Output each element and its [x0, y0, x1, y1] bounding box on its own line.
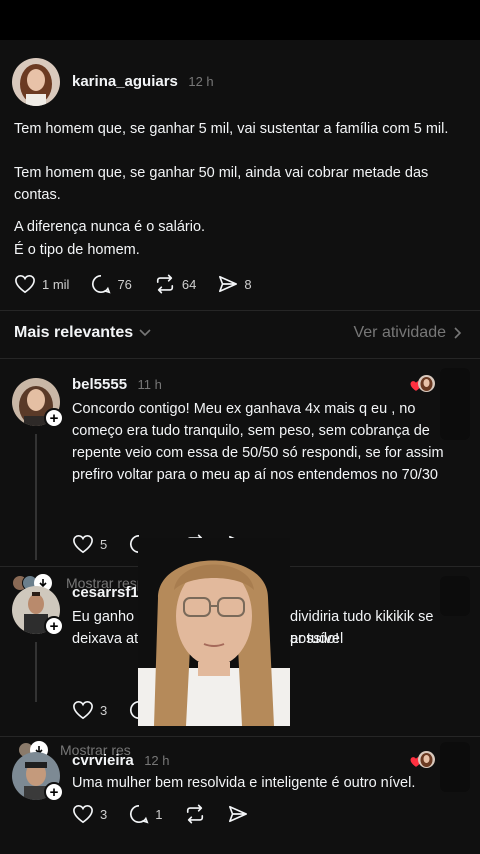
follow-plus-icon[interactable]: + [44, 782, 64, 802]
post-actions: 1 mil 76 64 8 [14, 274, 274, 294]
sort-dropdown[interactable]: Mais relevantes [14, 324, 151, 342]
like-count: 3 [100, 806, 108, 822]
send-icon [229, 805, 248, 823]
comment-icon [130, 805, 149, 824]
thread-line [35, 642, 37, 702]
chevron-right-icon [454, 327, 462, 339]
share-button[interactable]: 8 [218, 274, 252, 294]
repost-count: 64 [181, 276, 197, 292]
thread-line [35, 434, 37, 560]
comment-header: cvrvieira 12 h [72, 752, 170, 770]
reply-button[interactable]: 1 [129, 804, 162, 824]
sort-row: Mais relevantes Ver atividade [0, 318, 480, 354]
follow-plus-icon[interactable]: + [44, 616, 64, 636]
repost-button[interactable] [184, 804, 206, 824]
comment-username[interactable]: bel5555 [72, 376, 127, 393]
comment-text: Concordo contigo! Meu ex ganhava 4x mais… [72, 401, 444, 483]
video-overlay [138, 538, 290, 726]
heart-icon [73, 700, 93, 720]
share-button[interactable] [228, 804, 248, 824]
like-button[interactable]: 3 [72, 700, 107, 720]
thread-screen: karina_aguiars 12 h Tem homem que, se ga… [0, 40, 480, 854]
status-bar [0, 0, 480, 40]
view-activity-link[interactable]: Ver atividade [353, 324, 462, 342]
like-button[interactable]: 1 mil [14, 274, 69, 294]
person-video-frame [138, 538, 290, 726]
post-header: karina_aguiars 12 h [72, 73, 214, 91]
chevron-down-icon [139, 329, 151, 337]
comment-button[interactable]: 76 [91, 274, 132, 294]
comment-username[interactable]: cesarrsf14 [72, 584, 147, 601]
heart-icon [15, 274, 35, 294]
view-activity-label: Ver atividade [353, 324, 446, 341]
reply-count: 1 [155, 806, 163, 822]
avatar[interactable] [12, 58, 60, 106]
comment-item: + cvrvieira 12 h Uma mulher bem resolvid… [0, 736, 480, 854]
creator-avatar [418, 751, 435, 768]
sort-label: Mais relevantes [14, 324, 134, 341]
comment-header: cesarrsf14 [72, 584, 147, 602]
send-icon [219, 275, 238, 293]
comment-text: Uma mulher bem resolvida e inteligente é… [72, 775, 416, 791]
post-paragraph-2: Tem homem que, se ganhar 50 mil, ainda v… [14, 165, 429, 203]
like-button[interactable]: 3 [72, 804, 107, 824]
like-count: 5 [100, 536, 108, 552]
creator-avatar [418, 375, 435, 392]
like-button[interactable]: 5 [72, 534, 107, 554]
post-paragraph-3-line-1: A diferença nunca é o salário. [14, 219, 206, 235]
follow-plus-icon[interactable]: + [44, 408, 64, 428]
comment-count: 76 [117, 276, 132, 292]
repost-icon [187, 804, 204, 824]
comment-actions: 3 1 [72, 804, 270, 824]
comment-header: bel5555 11 h [72, 376, 162, 394]
comment-icon [92, 275, 111, 294]
comment-text-line2-right: ar tudo! [290, 631, 340, 647]
like-count: 1 mil [42, 276, 70, 292]
comment-time: 12 h [144, 753, 170, 768]
post-time: 12 h [188, 74, 214, 89]
heart-icon [73, 534, 93, 554]
post-paragraph-1: Tem homem que, se ganhar 5 mil, vai sust… [14, 121, 449, 137]
like-count: 3 [100, 702, 108, 718]
post-paragraph-3-line-2: É o tipo de homem. [14, 242, 140, 258]
post-username[interactable]: karina_aguiars [72, 73, 178, 90]
repost-icon [156, 274, 174, 294]
comment-username[interactable]: cvrvieira [72, 752, 134, 769]
divider [0, 310, 480, 311]
share-count: 8 [244, 276, 252, 292]
comment-time: 11 h [137, 377, 162, 392]
repost-button[interactable]: 64 [154, 274, 196, 294]
heart-icon [73, 804, 93, 824]
